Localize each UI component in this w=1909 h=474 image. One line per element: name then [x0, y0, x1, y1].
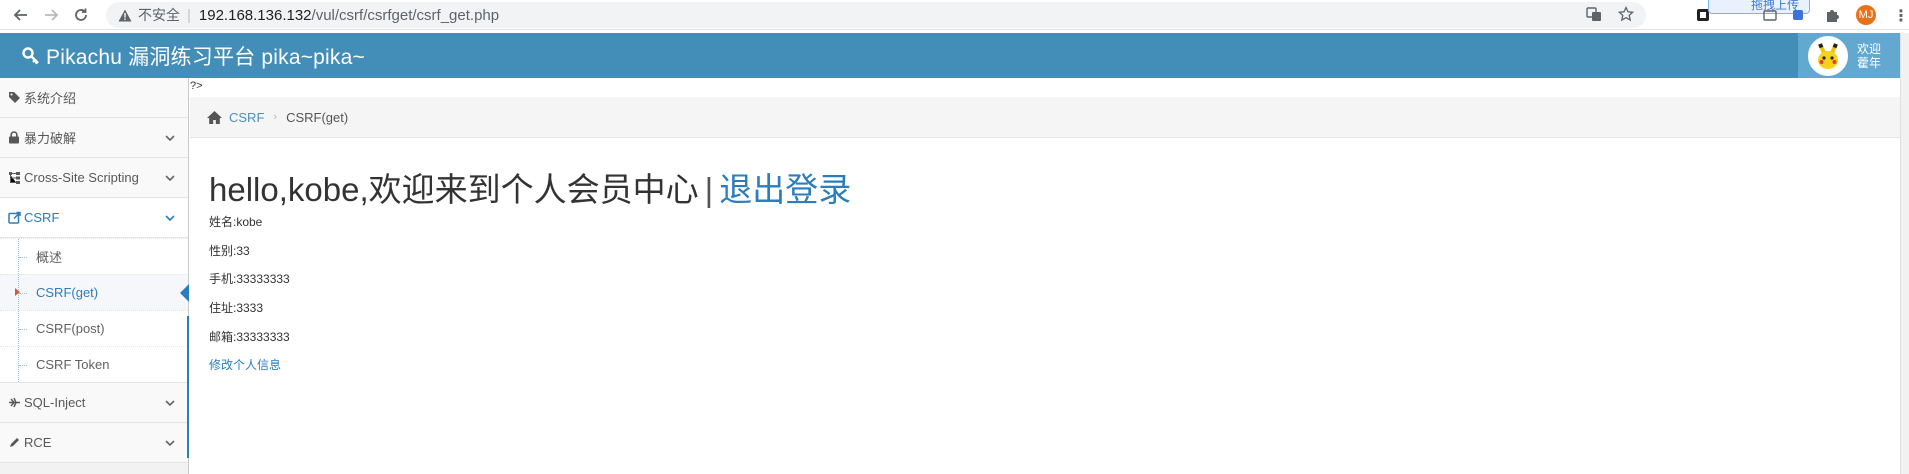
submenu-item-label: 概述: [36, 250, 63, 265]
user-menu[interactable]: 欢迎 藿年: [1798, 33, 1900, 78]
submenu-item-label: CSRF(get): [36, 285, 99, 300]
submenu-item-csrf-post[interactable]: CSRF(post): [0, 310, 188, 346]
reload-icon[interactable]: [66, 0, 96, 30]
breadcrumb-separator-icon: ›: [273, 111, 278, 123]
sidebar-item-label: SQL-Inject: [24, 395, 86, 410]
chevron-down-icon: [164, 397, 176, 409]
submenu-item-csrf-get[interactable]: CSRF(get): [0, 274, 189, 310]
page-scrollbar[interactable]: [1900, 33, 1909, 474]
info-name: 姓名:kobe: [209, 215, 263, 229]
info-phone: 手机:33333333: [209, 272, 290, 286]
warning-icon: [118, 8, 132, 22]
chevron-down-icon: [164, 212, 176, 224]
sidebar: 系统介绍 暴力破解 Cross-Site Scripting CSRF 概述 C…: [0, 78, 189, 474]
breadcrumb-link-csrf[interactable]: CSRF: [229, 110, 264, 125]
breadcrumb: CSRF › CSRF(get): [190, 97, 1900, 138]
browser-menu-icon[interactable]: ⋮: [1893, 6, 1909, 26]
sidebar-item-xss[interactable]: Cross-Site Scripting: [0, 158, 188, 198]
chevron-down-icon: [164, 437, 176, 449]
browser-toolbar: 不安全 | 192.168.136.132/vul/csrf/csrfget/c…: [0, 0, 1909, 30]
greeting-text: hello,kobe,欢迎来到个人会员中心: [209, 171, 699, 208]
sitemap-icon: [6, 171, 22, 184]
sidebar-item-rce[interactable]: RCE: [0, 423, 188, 463]
tag-icon: [6, 91, 22, 104]
address-bar[interactable]: 不安全 | 192.168.136.132/vul/csrf/csrfget/c…: [106, 2, 1646, 28]
forward-icon[interactable]: [36, 0, 66, 30]
app-header: Pikachu 漏洞练习平台 pika~pika~ 欢迎 藿年: [0, 33, 1900, 78]
pikachu-avatar: [1808, 35, 1848, 76]
csrf-submenu: 概述 CSRF(get) CSRF(post) CSRF Token: [0, 238, 189, 383]
info-address: 住址:3333: [209, 301, 264, 315]
caret-right-icon: [15, 288, 20, 296]
page-title: hello,kobe,欢迎来到个人会员中心 | 退出登录: [209, 163, 851, 211]
chevron-down-icon: [164, 132, 176, 144]
submenu-item-overview[interactable]: 概述: [0, 238, 188, 274]
breadcrumb-current: CSRF(get): [286, 109, 349, 125]
active-pointer: [180, 284, 189, 302]
sidebar-item-intro[interactable]: 系统介绍: [0, 78, 188, 118]
logout-link[interactable]: 退出登录: [719, 171, 851, 208]
php-artifact-text: ?>: [190, 80, 203, 92]
app-title[interactable]: Pikachu 漏洞练习平台 pika~pika~: [46, 41, 365, 71]
sidebar-item-label: RCE: [24, 435, 52, 450]
submenu-item-label: CSRF Token: [36, 357, 110, 372]
submenu-item-csrf-token[interactable]: CSRF Token: [0, 346, 188, 382]
sidebar-item-sqli[interactable]: SQL-Inject: [0, 383, 188, 423]
info-gender: 性别:33: [209, 244, 250, 258]
submenu-item-label: CSRF(post): [36, 321, 105, 336]
sidebar-item-label: 暴力破解: [24, 131, 77, 146]
extension-icon-3[interactable]: [1790, 7, 1806, 23]
username-label: 藿年: [1857, 55, 1882, 70]
chevron-down-icon: [164, 172, 176, 184]
back-icon[interactable]: [6, 0, 36, 30]
sidebar-item-label: Cross-Site Scripting: [24, 170, 139, 185]
translate-icon[interactable]: [1586, 6, 1602, 26]
extension-icon-2[interactable]: [1762, 7, 1778, 23]
puzzle-icon[interactable]: [1824, 7, 1840, 23]
url-path: /vul/csrf/csrfget/csrf_get.php: [311, 6, 500, 24]
fighter-jet-icon: [6, 396, 22, 409]
sidebar-item-csrf[interactable]: CSRF: [0, 198, 188, 238]
profile-avatar[interactable]: MJ: [1856, 5, 1876, 25]
sidebar-item-label: 系统介绍: [24, 91, 77, 106]
url-host: 192.168.136.132: [198, 6, 312, 24]
edit-profile-link[interactable]: 修改个人信息: [209, 356, 281, 373]
sidebar-item-bruteforce[interactable]: 暴力破解: [0, 118, 188, 158]
lock-icon: [6, 131, 22, 144]
home-icon[interactable]: [206, 110, 223, 125]
omnibox-divider: |: [187, 6, 191, 24]
welcome-label: 欢迎: [1857, 41, 1882, 56]
pencil-icon: [6, 437, 22, 449]
info-email: 邮箱:33333333: [209, 330, 290, 344]
share-icon: [6, 211, 22, 224]
active-section-edge: [187, 316, 189, 458]
insecure-label: 不安全: [138, 7, 180, 23]
key-icon: [22, 46, 40, 65]
bookmark-star-icon[interactable]: [1617, 5, 1635, 26]
sidebar-item-label: CSRF: [24, 210, 60, 225]
title-separator: |: [704, 171, 714, 208]
